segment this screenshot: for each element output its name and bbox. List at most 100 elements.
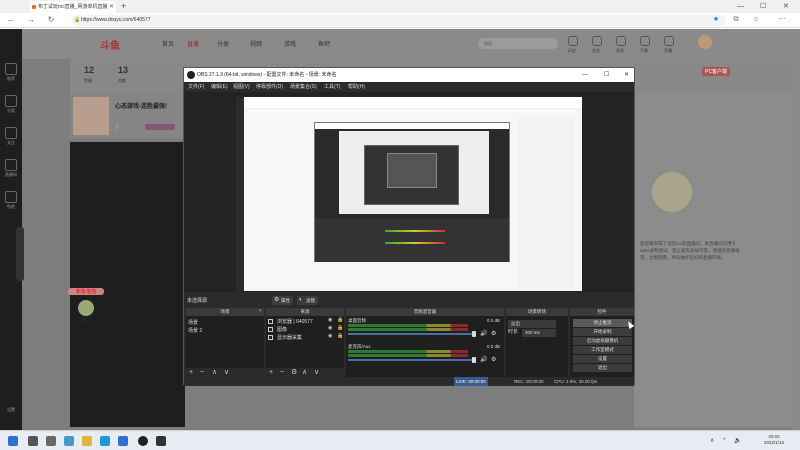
sidebar-collapse-handle[interactable]: [16, 227, 24, 281]
preview-canvas[interactable]: [236, 97, 582, 291]
menu-file[interactable]: 文件(F): [188, 82, 204, 92]
obs-close-button[interactable]: ✕: [624, 68, 629, 82]
properties-button[interactable]: ⚙ 属性: [272, 296, 293, 305]
task-view-icon[interactable]: [46, 436, 56, 446]
message-icon[interactable]: [616, 36, 626, 46]
tray-chevron-icon[interactable]: ∧: [710, 437, 714, 444]
menu-docks[interactable]: 停靠部件(D): [256, 82, 283, 92]
nav-home[interactable]: 首页: [162, 39, 174, 48]
source-item[interactable]: 显示器采集: [277, 334, 302, 341]
follow-header-icon[interactable]: [592, 36, 602, 46]
gift-widget[interactable]: 新鱼泡泡 0/10: [68, 288, 104, 328]
exit-button[interactable]: 退出: [573, 364, 632, 372]
lock-source-icon[interactable]: 🔒: [337, 325, 343, 331]
forward-icon[interactable]: →: [26, 15, 36, 25]
obs-minimize-button[interactable]: —: [582, 68, 588, 82]
fishbar-icon[interactable]: [5, 191, 17, 203]
nav-video[interactable]: 视频: [250, 39, 262, 48]
eye-icon[interactable]: ◉: [328, 333, 332, 339]
edge-icon[interactable]: [100, 436, 110, 446]
follow-icon[interactable]: [5, 127, 17, 139]
speaker-icon[interactable]: 🔊: [480, 356, 487, 363]
duration-input[interactable]: 300 ms: [522, 329, 556, 337]
widgets-icon[interactable]: [64, 436, 74, 446]
volume-slider[interactable]: [348, 359, 476, 361]
address-bar[interactable]: 🔒 https://www.douyu.com/640577: [72, 15, 726, 26]
app-taskbar-icon[interactable]: [156, 436, 166, 446]
mascot-image: [652, 172, 692, 212]
nav-game[interactable]: 游戏: [284, 39, 296, 48]
streamer-avatar[interactable]: [73, 97, 109, 135]
menu-tools[interactable]: 工具(T): [324, 82, 340, 92]
eye-icon[interactable]: ◉: [328, 317, 332, 323]
menu-scene-collection[interactable]: 场景集合(S): [290, 82, 317, 92]
scene-item[interactable]: 场景 2: [188, 327, 202, 334]
source-item[interactable]: 浏览器 | 640577: [277, 318, 313, 325]
nav-fishbar[interactable]: 鱼吧: [318, 39, 330, 48]
virtual-camera-button[interactable]: 启动虚拟摄像机: [573, 337, 632, 345]
obs-taskbar-icon[interactable]: [138, 436, 148, 446]
favorite-star-icon[interactable]: ★: [712, 16, 720, 24]
filters-button[interactable]: ◐ 滤镜: [297, 296, 318, 305]
download-icon[interactable]: [640, 36, 650, 46]
history-icon[interactable]: [568, 36, 578, 46]
windows-start-icon[interactable]: [8, 436, 18, 446]
wifi-icon[interactable]: ◔: [722, 437, 726, 443]
settings-button[interactable]: 设置: [573, 355, 632, 363]
pc-client-button[interactable]: PC客户端: [702, 67, 730, 76]
stop-streaming-button[interactable]: 停止推流: [573, 319, 632, 327]
profile-icon[interactable]: ☺: [752, 16, 760, 24]
collections-icon[interactable]: ⧉: [732, 16, 740, 24]
file-explorer-icon[interactable]: [82, 436, 92, 446]
studio-mode-button[interactable]: 工作室模式: [573, 346, 632, 354]
image-source-icon: [268, 327, 273, 332]
obs-preview[interactable]: [184, 92, 634, 292]
menu-edit[interactable]: 编辑(E): [211, 82, 228, 92]
refresh-icon[interactable]: ↻: [46, 15, 56, 25]
volume-slider[interactable]: [348, 333, 476, 335]
user-avatar[interactable]: [698, 35, 712, 49]
nav-live[interactable]: 直播: [187, 39, 199, 48]
site-search-input[interactable]: 搜索: [478, 38, 558, 49]
browser-tab[interactable]: 布丁试玩mc直播_网游单机直播 ✕: [30, 1, 116, 13]
category-icon[interactable]: [5, 95, 17, 107]
recommend-icon[interactable]: [5, 63, 17, 75]
close-window-button[interactable]: ✕: [783, 0, 789, 13]
mixer-settings-icon[interactable]: ⚙: [491, 330, 496, 337]
eye-icon[interactable]: ◉: [328, 325, 332, 331]
search-icon[interactable]: [28, 436, 38, 446]
lock-source-icon[interactable]: 🔒: [337, 333, 343, 339]
maximize-button[interactable]: ☐: [760, 0, 766, 13]
sidebar-label-settings[interactable]: 设置: [0, 407, 22, 413]
transition-type-select[interactable]: 淡出: [508, 320, 556, 328]
search-placeholder: 搜索: [484, 41, 492, 46]
broadcast-icon[interactable]: [664, 36, 674, 46]
tab-title: 布丁试玩mc直播_网游单机直播: [38, 4, 108, 10]
new-tab-button[interactable]: +: [121, 0, 126, 13]
lock-source-icon[interactable]: 🔒: [337, 317, 343, 323]
room-icon[interactable]: [5, 159, 17, 171]
cpu-status: CPU: 1.9%, 30.00 fps: [554, 379, 598, 384]
video-player[interactable]: [70, 142, 185, 427]
obs-maximize-button[interactable]: ☐: [604, 68, 609, 82]
menu-help[interactable]: 帮助(H): [348, 82, 365, 92]
speaker-icon[interactable]: 🔊: [480, 330, 487, 337]
store-icon[interactable]: [118, 436, 128, 446]
back-icon[interactable]: ←: [6, 15, 16, 25]
mixer-settings-icon[interactable]: ⚙: [491, 356, 496, 363]
nav-category[interactable]: 分类: [217, 39, 229, 48]
volume-icon[interactable]: 🔈: [734, 437, 741, 444]
close-tab-icon[interactable]: ✕: [109, 1, 114, 13]
volume-slider-knob[interactable]: [472, 357, 476, 363]
scene-item[interactable]: 场景: [188, 319, 198, 326]
page-scrollbar[interactable]: [792, 29, 800, 430]
volume-slider-knob[interactable]: [472, 331, 476, 337]
clock[interactable]: 20:02 2022/1/15: [764, 434, 784, 446]
site-logo[interactable]: 斗鱼: [100, 37, 120, 52]
menu-view[interactable]: 视图(V): [233, 82, 250, 92]
source-item[interactable]: 图像: [277, 326, 287, 333]
minimize-button[interactable]: —: [737, 0, 744, 13]
dock-close-icon[interactable]: ✎: [259, 308, 262, 313]
more-menu-icon[interactable]: ⋯: [778, 16, 786, 24]
start-recording-button[interactable]: 开始录制: [573, 328, 632, 336]
